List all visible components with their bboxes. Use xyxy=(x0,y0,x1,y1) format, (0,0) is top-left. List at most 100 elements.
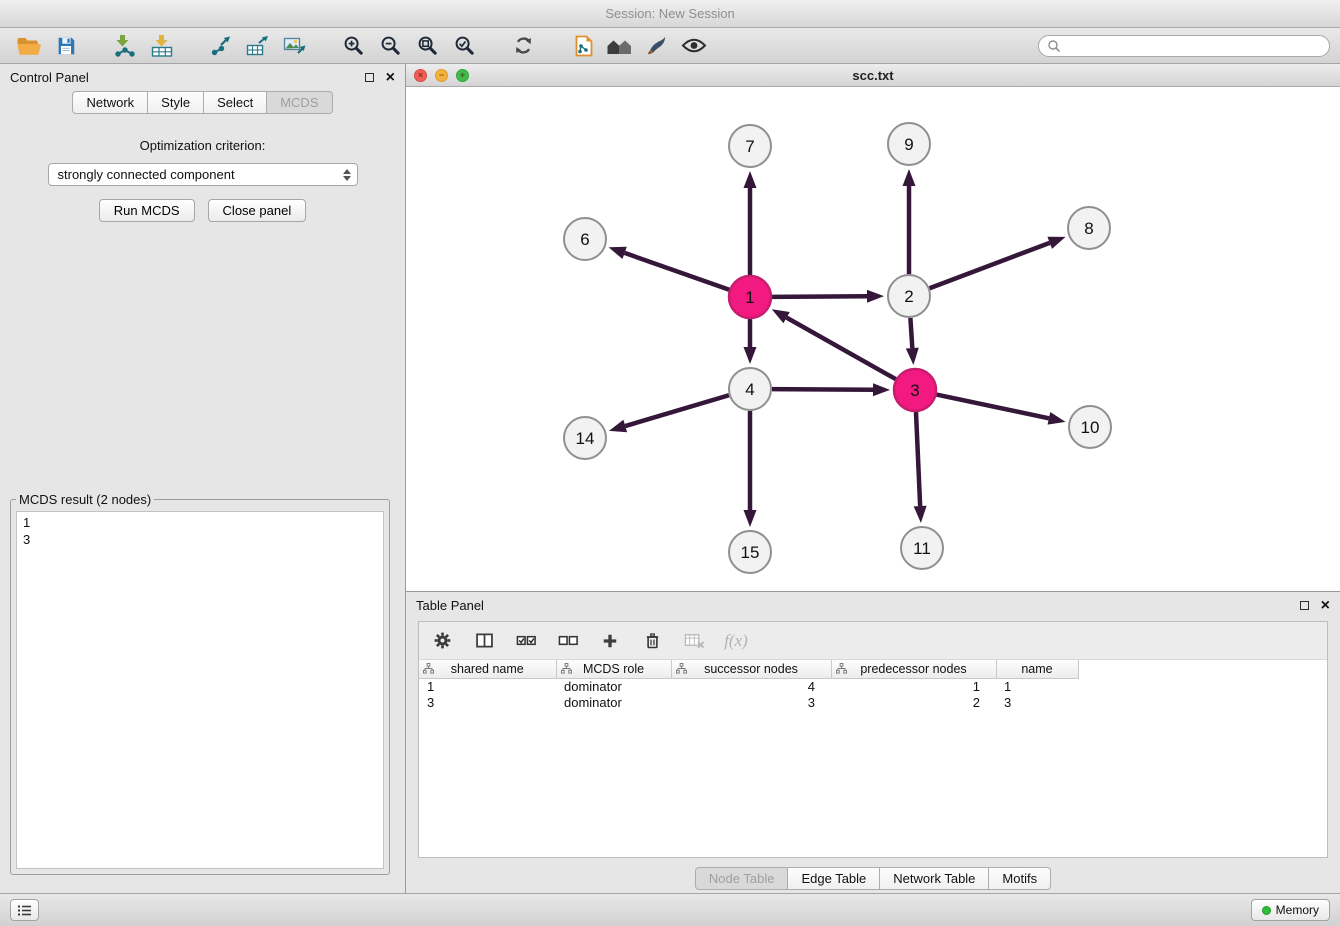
cell-successor-nodes[interactable]: 3 xyxy=(671,694,831,710)
import-network-button[interactable] xyxy=(106,31,143,61)
combo-stepper-icon xyxy=(343,169,351,181)
graph-node-11[interactable]: 11 xyxy=(901,527,943,569)
add-column-button[interactable] xyxy=(597,628,623,654)
network-canvas[interactable]: 7 9 6 8 1 2 4 3 14 10 15 11 xyxy=(406,87,1340,591)
memory-button[interactable]: Memory xyxy=(1251,899,1330,921)
graph-node-14[interactable]: 14 xyxy=(564,417,606,459)
show-columns-button[interactable] xyxy=(471,628,497,654)
save-session-button[interactable] xyxy=(47,31,84,61)
graph-edge-4-14[interactable] xyxy=(625,395,729,426)
paint-brush-icon xyxy=(645,34,668,57)
graph-edge-2-8[interactable] xyxy=(930,243,1050,288)
graph-edge-arrow-icon xyxy=(906,348,919,365)
graph-node-6[interactable]: 6 xyxy=(564,218,606,260)
tab-network-table[interactable]: Network Table xyxy=(880,867,989,890)
graph-node-3[interactable]: 3 xyxy=(894,369,936,411)
column-header-successor-nodes[interactable]: successor nodes xyxy=(671,660,831,678)
graph-node-1[interactable]: 1 xyxy=(729,276,771,318)
column-header-shared-name[interactable]: shared name xyxy=(419,660,556,678)
graph-edge-1-6[interactable] xyxy=(625,253,730,290)
export-table-icon xyxy=(245,34,270,57)
network-graph[interactable]: 7 9 6 8 1 2 4 3 14 10 15 11 xyxy=(406,87,1339,591)
gear-icon xyxy=(432,630,453,651)
graph-edge-3-11[interactable] xyxy=(916,412,920,506)
show-hide-button[interactable] xyxy=(675,31,712,61)
select-all-icon xyxy=(515,630,538,651)
zoom-out-button[interactable] xyxy=(372,31,409,61)
export-table-button[interactable] xyxy=(239,31,276,61)
column-label: MCDS role xyxy=(583,662,644,676)
tab-mcds[interactable]: MCDS xyxy=(267,91,332,114)
zoom-in-button[interactable] xyxy=(335,31,372,61)
cell-mcds-role[interactable]: dominator xyxy=(556,678,671,694)
search-input[interactable] xyxy=(1066,38,1321,53)
table-row[interactable]: 1 dominator 4 1 1 xyxy=(419,678,1327,694)
graph-node-9[interactable]: 9 xyxy=(888,123,930,165)
task-history-button[interactable] xyxy=(10,899,39,921)
style-button[interactable] xyxy=(638,31,675,61)
cell-shared-name[interactable]: 1 xyxy=(419,678,556,694)
graph-node-2[interactable]: 2 xyxy=(888,275,930,317)
zoom-fit-button[interactable] xyxy=(409,31,446,61)
column-header-name[interactable]: name xyxy=(996,660,1078,678)
tab-node-table[interactable]: Node Table xyxy=(695,867,789,890)
close-window-icon[interactable]: × xyxy=(414,69,427,82)
graph-node-8[interactable]: 8 xyxy=(1068,207,1110,249)
close-table-panel-icon[interactable]: × xyxy=(1321,598,1330,614)
graph-node-4[interactable]: 4 xyxy=(729,368,771,410)
export-image-button[interactable] xyxy=(276,31,313,61)
criterion-select[interactable]: strongly connected component xyxy=(48,163,358,186)
graph-node-7[interactable]: 7 xyxy=(729,125,771,167)
clone-network-icon xyxy=(571,34,595,58)
graph-edge-2-3[interactable] xyxy=(910,318,912,348)
open-session-button[interactable] xyxy=(10,31,47,61)
cell-mcds-role[interactable]: dominator xyxy=(556,694,671,710)
mcds-result-group: MCDS result (2 nodes) 1 3 xyxy=(10,492,390,875)
cell-shared-name[interactable]: 3 xyxy=(419,694,556,710)
zoom-fit-icon xyxy=(416,34,439,57)
graph-edge-3-10[interactable] xyxy=(937,395,1049,419)
zoom-window-icon[interactable]: + xyxy=(456,69,469,82)
tab-select[interactable]: Select xyxy=(204,91,267,114)
cell-name[interactable]: 1 xyxy=(996,678,1078,694)
minimize-window-icon[interactable]: − xyxy=(435,69,448,82)
close-panel-icon[interactable]: × xyxy=(386,70,395,86)
tab-style[interactable]: Style xyxy=(148,91,204,114)
column-header-mcds-role[interactable]: MCDS role xyxy=(556,660,671,678)
select-all-button[interactable] xyxy=(513,628,539,654)
mcds-result-list[interactable]: 1 3 xyxy=(16,511,384,869)
graph-edge-1-2[interactable] xyxy=(772,296,867,297)
zoom-selected-button[interactable] xyxy=(446,31,483,61)
deselect-all-button[interactable] xyxy=(555,628,581,654)
float-panel-icon[interactable] xyxy=(365,73,374,82)
close-panel-button[interactable]: Close panel xyxy=(208,199,307,222)
tab-motifs[interactable]: Motifs xyxy=(989,867,1051,890)
home-button[interactable] xyxy=(601,31,638,61)
graph-edge-4-3[interactable] xyxy=(772,389,873,390)
cell-name[interactable]: 3 xyxy=(996,694,1078,710)
cell-predecessor-nodes[interactable]: 2 xyxy=(831,694,996,710)
columns-icon xyxy=(474,630,495,651)
run-mcds-button[interactable]: Run MCDS xyxy=(99,199,195,222)
float-table-panel-icon[interactable] xyxy=(1300,601,1309,610)
cell-successor-nodes[interactable]: 4 xyxy=(671,678,831,694)
graph-node-10[interactable]: 10 xyxy=(1069,406,1111,448)
tab-network[interactable]: Network xyxy=(72,91,148,114)
attribute-tree-icon xyxy=(676,663,687,677)
table-row[interactable]: 3 dominator 3 2 3 xyxy=(419,694,1327,710)
graph-node-15[interactable]: 15 xyxy=(729,531,771,573)
clone-network-button[interactable] xyxy=(564,31,601,61)
tab-edge-table[interactable]: Edge Table xyxy=(788,867,880,890)
cell-predecessor-nodes[interactable]: 1 xyxy=(831,678,996,694)
refresh-button[interactable] xyxy=(505,31,542,61)
svg-text:10: 10 xyxy=(1081,418,1100,437)
export-network-button[interactable] xyxy=(202,31,239,61)
control-panel: Control Panel × Network Style Select MCD… xyxy=(0,64,406,893)
import-table-button[interactable] xyxy=(143,31,180,61)
window-titlebar: Session: New Session xyxy=(0,0,1340,28)
graph-edge-3-1[interactable] xyxy=(787,318,896,380)
column-header-predecessor-nodes[interactable]: predecessor nodes xyxy=(831,660,996,678)
search-box[interactable] xyxy=(1038,35,1330,57)
table-settings-button[interactable] xyxy=(429,628,455,654)
delete-column-button[interactable] xyxy=(639,628,665,654)
